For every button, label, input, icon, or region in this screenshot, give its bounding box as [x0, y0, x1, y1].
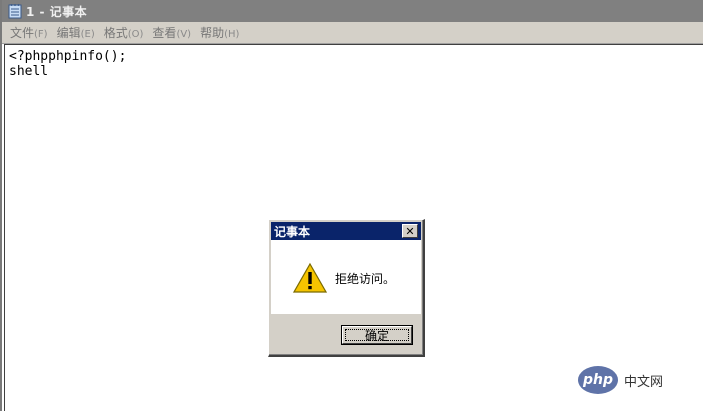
watermark: php 中文网	[578, 366, 663, 394]
window-title: 1 - 记事本	[26, 4, 88, 19]
menu-view[interactable]: 查看(V)	[152, 24, 191, 41]
watermark-text: 中文网	[624, 374, 664, 390]
menu-help[interactable]: 帮助(H)	[200, 24, 239, 41]
php-logo: php	[578, 366, 618, 394]
dialog-message: 拒绝访问。	[335, 272, 396, 286]
ok-button-label: 确定	[364, 328, 389, 343]
menu-file[interactable]: 文件(F)	[10, 24, 48, 41]
menu-bar: 文件(F) 编辑(E) 格式(O) 查看(V) 帮助(H)	[2, 22, 703, 44]
close-icon[interactable]: ✕	[402, 224, 418, 238]
message-dialog: 记事本 ✕ 拒绝访问。 确定	[268, 219, 425, 357]
editor-content: <?phpphpinfo(); shell	[5, 45, 703, 79]
title-bar[interactable]: 1 - 记事本	[2, 0, 703, 22]
dialog-body: 拒绝访问。	[271, 240, 421, 314]
notepad-icon	[8, 4, 22, 19]
warning-icon	[293, 262, 327, 293]
editor-line: <?phpphpinfo();	[9, 49, 127, 64]
ok-button[interactable]: 确定	[341, 325, 413, 345]
dialog-title-bar[interactable]: 记事本 ✕	[271, 222, 421, 240]
menu-edit[interactable]: 编辑(E)	[57, 24, 95, 41]
dialog-title: 记事本	[274, 224, 311, 239]
editor-line: shell	[9, 64, 49, 79]
notepad-window: 1 - 记事本 文件(F) 编辑(E) 格式(O) 查看(V) 帮助(H) <?…	[0, 0, 703, 411]
menu-format[interactable]: 格式(O)	[104, 24, 144, 41]
